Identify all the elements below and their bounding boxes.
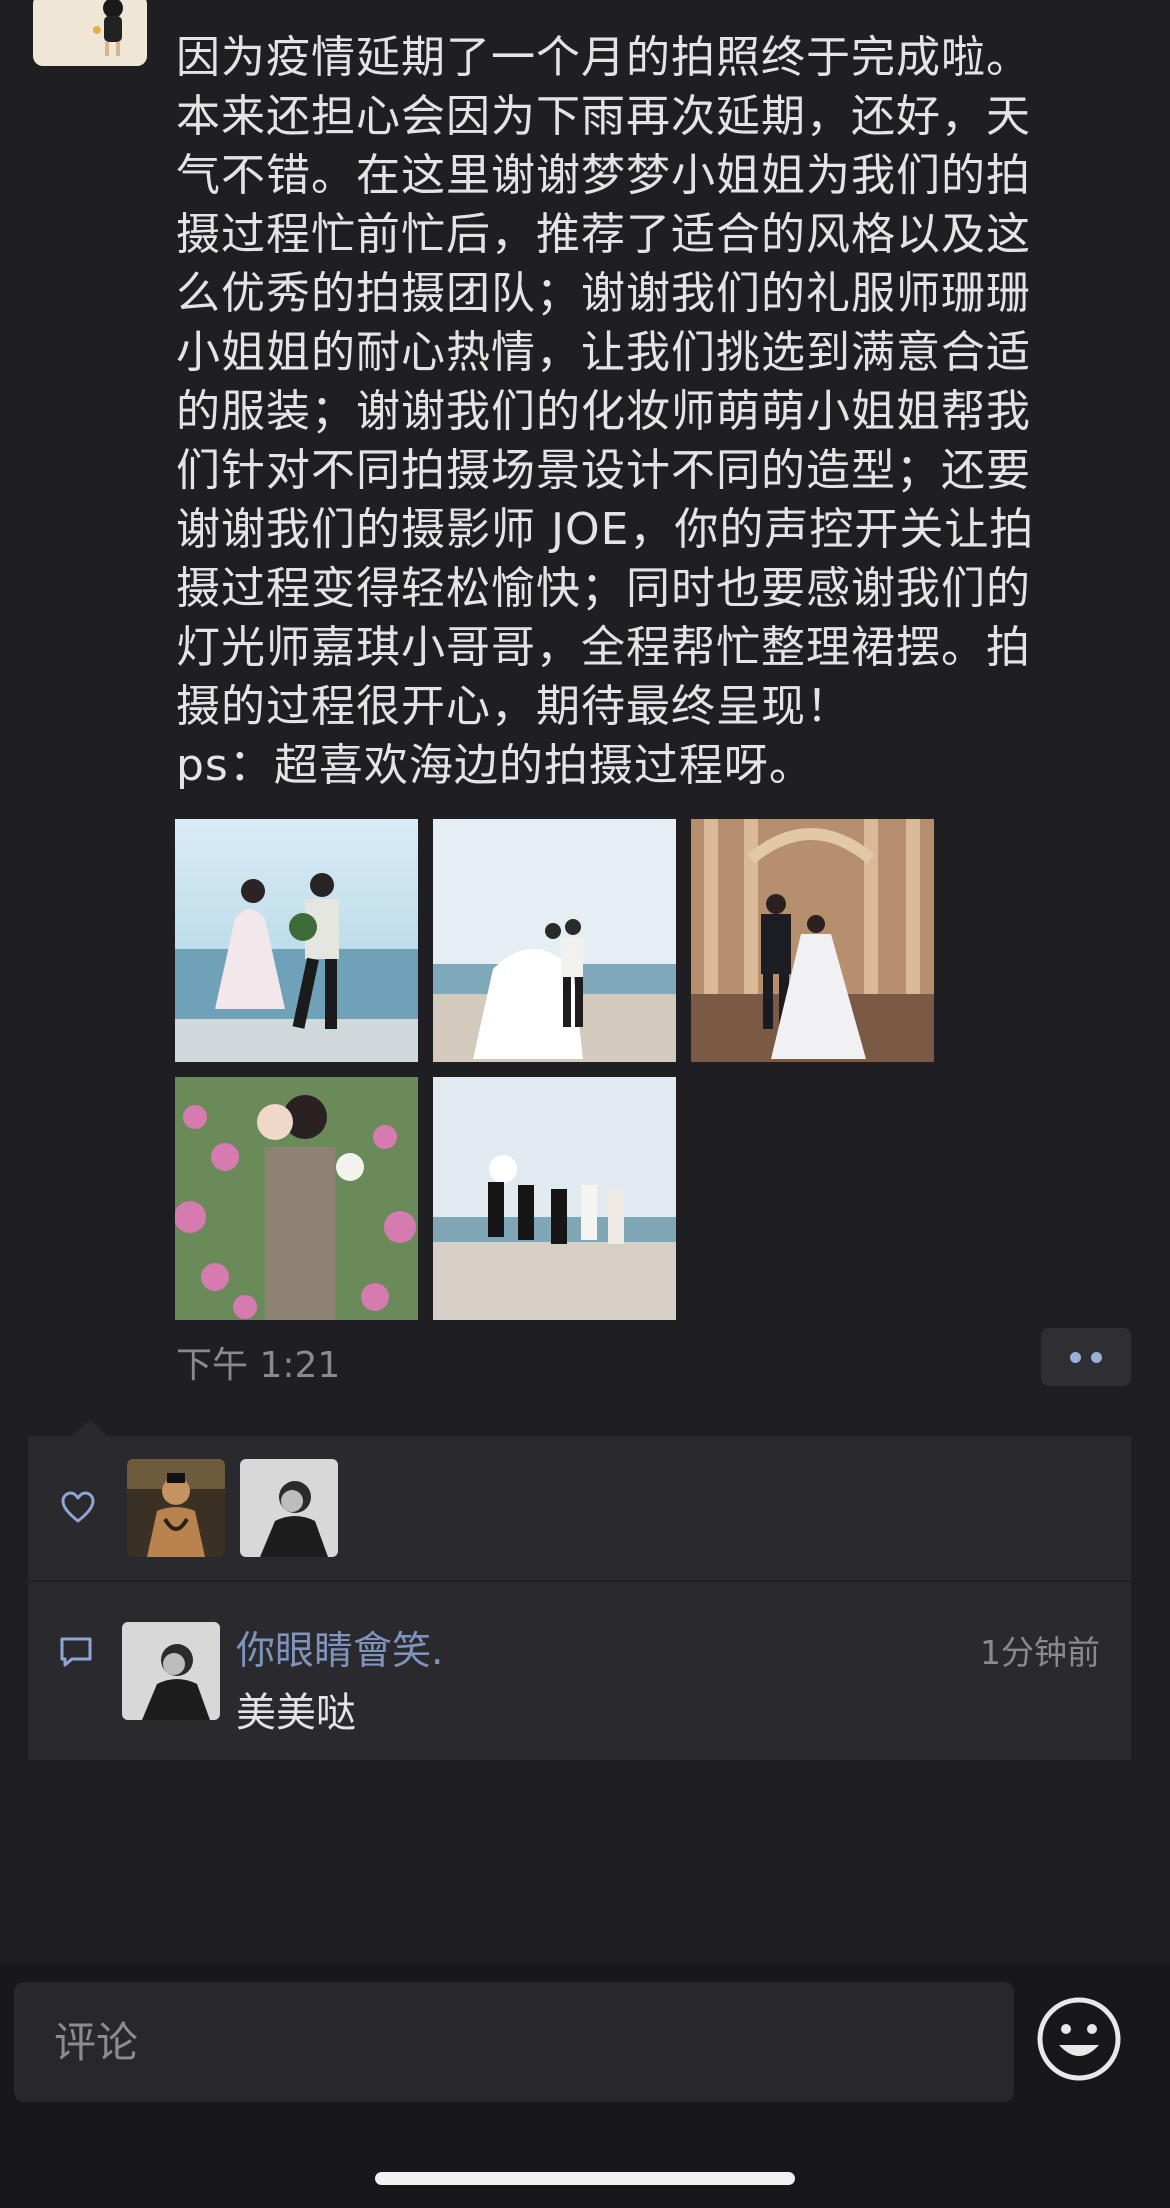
photo-1[interactable] [175,819,418,1062]
dot-icon [1091,1351,1102,1363]
commenter-name[interactable]: 你眼睛會笑. [236,1620,443,1676]
author-avatar[interactable] [33,0,147,66]
photo-grid [175,819,935,1320]
heart-outline-icon [61,1491,95,1523]
dot-icon [1070,1351,1081,1363]
smiley-face-icon[interactable] [1035,1995,1123,2083]
comment-input[interactable] [14,1982,1014,2102]
post-timestamp: 下午 1:21 [176,1345,341,1386]
liker-avatar-2[interactable] [240,1459,338,1557]
comment-time: 1分钟前 [980,1633,1100,1672]
photo-3[interactable] [691,819,934,1062]
panel-divider [28,1580,1131,1582]
comment-text: 美美哒 [236,1690,356,1736]
panel-pointer [72,1420,108,1436]
photo-5[interactable] [433,1077,676,1320]
photo-2[interactable] [433,819,676,1062]
home-indicator [375,2172,795,2185]
liker-avatar-1[interactable] [127,1459,225,1557]
photo-4[interactable] [175,1077,418,1320]
post-text: 因为疫情延期了一个月的拍照终于完成啦。 本来还担心会因为下雨再次延期，还好，天 … [176,32,1035,791]
cartoon-girl-icon [93,0,123,56]
commenter-avatar[interactable] [122,1622,220,1720]
comment-bubble-icon [60,1637,92,1667]
more-options-button[interactable] [1041,1328,1131,1386]
